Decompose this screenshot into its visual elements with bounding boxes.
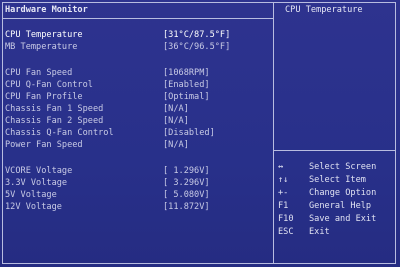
f1-key: F1 [278,201,289,211]
setting-label: 12V Voltage [5,202,62,212]
setting-value: [N/A] [163,104,189,114]
help-title: CPU Temperature [285,5,363,15]
setting-label: CPU Fan Speed [5,68,73,78]
help-desc: Exit [309,227,330,237]
setting-label: MB Temperature [5,42,78,52]
setting-label: 5V Voltage [5,190,57,200]
setting-label: VCORE Voltage [5,166,73,176]
setting-value: [31°C/87.5°F] [163,30,231,40]
vertical-divider [273,2,274,264]
setting-value: [36°C/96.5°F] [163,42,231,52]
setting-value: [Optimal] [163,92,210,102]
setting-value: [ 1.296V] [163,166,210,176]
page-title: Hardware Monitor [5,5,88,15]
setting-value: [ 3.296V] [163,178,210,188]
setting-label: CPU Temperature [5,30,83,40]
help-desc: Save and Exit [309,214,377,224]
help-desc: Select Item [309,175,366,185]
setting-value: [11.872V] [163,202,210,212]
plus-minus-key: +- [278,188,289,198]
setting-value: [N/A] [163,140,189,150]
help-desc: Change Option [309,188,377,198]
setting-value: [Enabled] [163,80,210,90]
setting-value: [ 5.080V] [163,190,210,200]
f10-key: F10 [278,214,294,224]
setting-label: 3.3V Voltage [5,178,68,188]
setting-label: Power Fan Speed [5,140,83,150]
arrow-left-right-icon: ↔ [278,162,284,172]
bios-screen: Hardware Monitor CPU Temperature CPU Tem… [0,0,400,267]
setting-label: CPU Fan Profile [5,92,83,102]
arrow-up-down-icon: ↑↓ [278,175,289,185]
title-divider [2,18,274,19]
help-desc: Select Screen [309,162,377,172]
esc-key: ESC [278,227,294,237]
setting-label: Chassis Fan 1 Speed [5,104,104,114]
help-divider [274,150,396,151]
help-desc: General Help [309,201,372,211]
setting-label: CPU Q-Fan Control [5,80,93,90]
setting-label: Chassis Q-Fan Control [5,128,114,138]
setting-value: [N/A] [163,116,189,126]
setting-value: [1068RPM] [163,68,210,78]
setting-value: [Disabled] [163,128,215,138]
setting-label: Chassis Fan 2 Speed [5,116,104,126]
